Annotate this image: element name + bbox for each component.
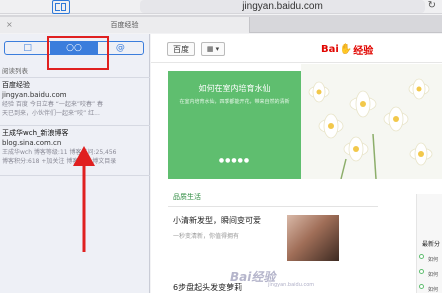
timeline-dot-icon xyxy=(419,284,424,289)
latest-column: 最新分 如何 如何 如何 xyxy=(416,194,442,293)
article-subtitle: 一秒变清新，你值得拥有 xyxy=(173,233,240,240)
browser-toolbar: jingyan.baidu.com ↻ xyxy=(0,0,442,14)
latest-link[interactable]: 如何 xyxy=(428,256,438,263)
timeline-dot-icon xyxy=(419,269,424,274)
list-item[interactable]: 百度经验 jingyan.baidu.com 经验 百度 今日立春 “一起来”咬… xyxy=(0,80,150,126)
tab-label: 百度经验 xyxy=(110,21,139,29)
close-tab-icon[interactable]: × xyxy=(6,20,13,29)
banner-title: 如何在室内培育水仙 xyxy=(198,84,271,93)
latest-title: 最新分 xyxy=(422,241,441,248)
paw-icon: ✋ xyxy=(339,43,353,55)
baidu-jingyan-logo[interactable]: Bai ✋ 经验 xyxy=(321,42,373,57)
narcissus-flower-image[interactable] xyxy=(301,64,442,179)
item-domain: jingyan.baidu.com xyxy=(2,91,67,99)
reload-icon[interactable]: ↻ xyxy=(428,0,436,11)
latest-link[interactable]: 如何 xyxy=(428,286,438,293)
divider xyxy=(168,206,378,207)
baidu-home-button[interactable]: 百度 xyxy=(167,42,195,56)
item-snippet: 经验 百度 今日立春 “一起来”咬春” 春 xyxy=(2,101,103,108)
web-content: 百度 ▦ ▾ Bai ✋ 经验 如何在室内培育水仙 在室内培育水仙，四季都能开花… xyxy=(151,34,442,293)
annotation-arrow-icon xyxy=(73,146,95,252)
watermark-url: jingyan.baidu.com xyxy=(268,282,315,288)
section-title: 品质生活 xyxy=(173,193,201,201)
item-title: 王成华wch_新浪博客 xyxy=(2,129,69,137)
feature-banner[interactable]: 如何在室内培育水仙 在室内培育水仙，四季都能开花，带来自然的清新 ●●●●● xyxy=(168,71,301,179)
banner-subtitle: 在室内培育水仙，四季都能开花，带来自然的清新 xyxy=(179,99,290,105)
book-icon[interactable] xyxy=(52,0,70,14)
item-snippet: 天已到来，小伙伴们一起来“咬” 红... xyxy=(2,110,100,117)
carousel-dots[interactable]: ●●●●● xyxy=(168,157,301,164)
bookmarks-tab[interactable]: □ xyxy=(5,42,52,54)
tab-baidu-jingyan[interactable]: × 百度经验 xyxy=(0,17,250,33)
tab-second[interactable] xyxy=(251,17,442,33)
tab-bar: × 百度经验 xyxy=(0,15,442,33)
address-bar[interactable]: jingyan.baidu.com xyxy=(140,0,425,13)
item-title: 百度经验 xyxy=(2,81,30,89)
grid-icon[interactable]: ▦ ▾ xyxy=(201,42,225,56)
timeline-dot-icon xyxy=(419,254,424,259)
reading-list-title: 阅读列表 xyxy=(0,62,150,78)
latest-link[interactable]: 如何 xyxy=(428,271,438,278)
article-thumbnail[interactable] xyxy=(287,215,339,261)
article-link[interactable]: 小清新发型，瞬间变可爱 xyxy=(173,215,261,226)
reading-list-sidebar: □ ○○ @ 阅读列表 百度经验 jingyan.baidu.com 经验 百度… xyxy=(0,34,150,293)
divider xyxy=(151,62,442,63)
